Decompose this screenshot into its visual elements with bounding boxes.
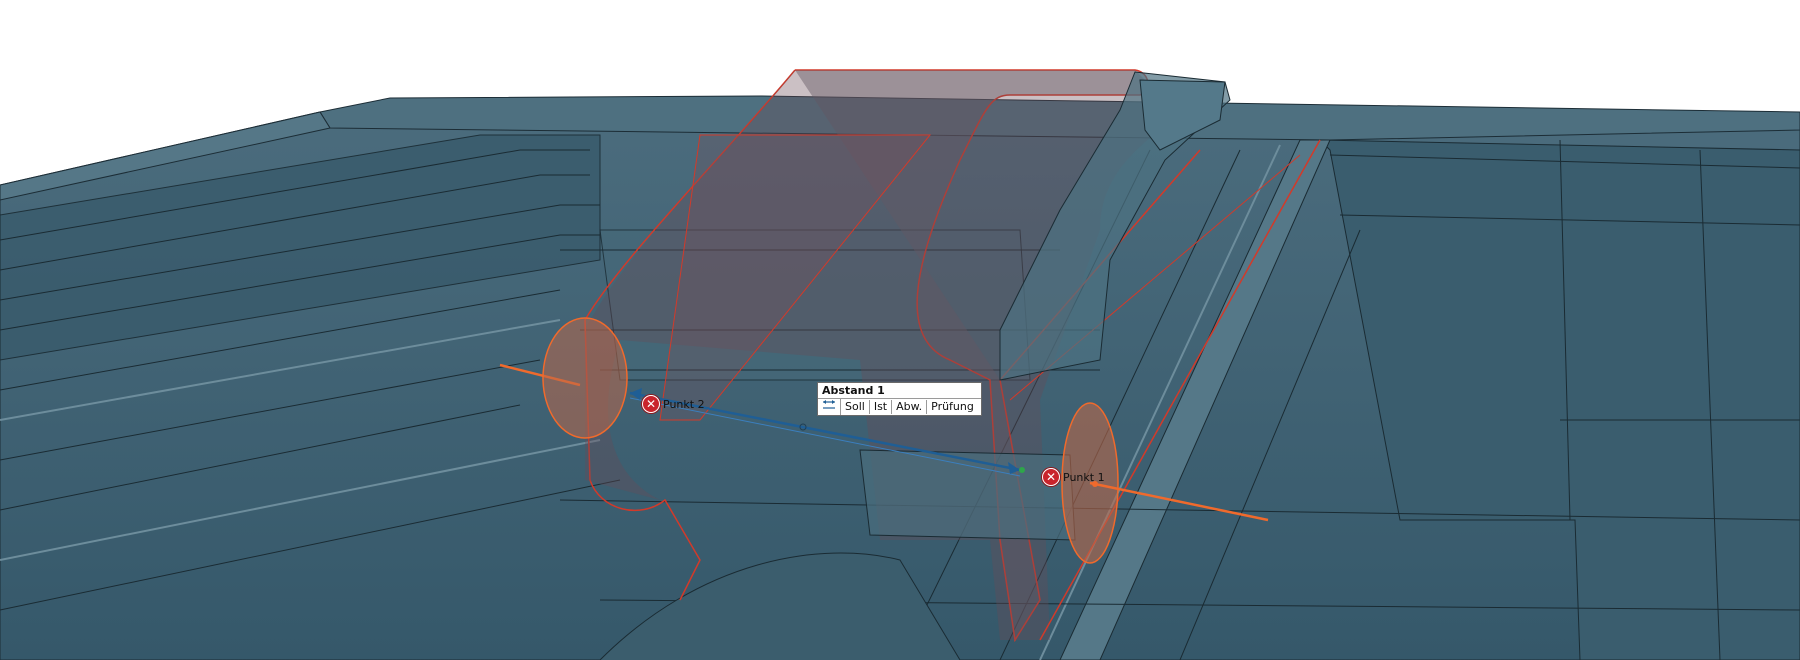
- measurement-title: Abstand 1: [818, 383, 981, 399]
- cad-3d-viewport[interactable]: [0, 0, 1800, 660]
- distance-arrows-icon: [818, 399, 841, 415]
- error-x-icon: ✕: [1042, 468, 1060, 486]
- column-soll: Soll: [841, 400, 870, 414]
- point-2-marker[interactable]: ✕ Punkt 2: [642, 395, 705, 413]
- measurement-label[interactable]: Abstand 1 Soll Ist Abw. Prüfung: [817, 382, 982, 416]
- point-2-label: Punkt 2: [663, 397, 705, 411]
- column-abw: Abw.: [892, 400, 928, 414]
- point-1-marker[interactable]: ✕ Punkt 1: [1042, 468, 1105, 486]
- error-x-icon: ✕: [642, 395, 660, 413]
- column-ist: Ist: [870, 400, 893, 414]
- measurement-columns: Soll Ist Abw. Prüfung: [818, 399, 981, 415]
- column-pruefung: Prüfung: [931, 400, 974, 413]
- point-1-label: Punkt 1: [1063, 470, 1105, 484]
